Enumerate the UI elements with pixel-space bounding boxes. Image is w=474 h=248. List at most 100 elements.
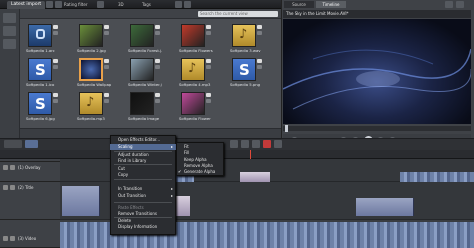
tab-source[interactable]: Source (284, 1, 314, 8)
library-tile[interactable]: Softpedia Flower (179, 92, 213, 122)
image-thumbnail (79, 58, 103, 81)
library-tile[interactable]: Softpedia Image (128, 92, 162, 122)
context-menu-item[interactable]: Display Information (110, 224, 176, 230)
tag-badge-icon[interactable] (257, 65, 262, 69)
tab-timeline[interactable]: Timeline (316, 1, 346, 8)
view-3d-toggle[interactable]: 3D (118, 1, 124, 8)
sidebar-projects-icon[interactable] (3, 39, 16, 49)
timeline-ruler[interactable] (0, 150, 474, 159)
tag-badge-icon[interactable] (155, 99, 160, 103)
storyboard-toggle[interactable] (4, 140, 22, 148)
library-tile[interactable]: Softpedia Winter.j... (128, 58, 162, 88)
context-menu-item[interactable]: Scaling ▸ (110, 144, 176, 150)
info-badge-icon[interactable] (206, 25, 211, 29)
scrub-handle[interactable] (285, 125, 288, 132)
info-badge-icon[interactable] (53, 93, 58, 97)
scrub-bar[interactable] (283, 126, 471, 131)
video-preview[interactable] (283, 19, 471, 124)
tag-badge-icon[interactable] (53, 99, 58, 103)
lock-icon[interactable] (10, 185, 15, 190)
tag-badge-icon[interactable] (206, 31, 211, 35)
lock-icon[interactable] (10, 236, 15, 241)
menu-item-label: Open Effects Editor... (118, 137, 161, 142)
back-icon[interactable] (46, 1, 53, 8)
library-tile[interactable]: Softpedia 1.arc (26, 24, 60, 54)
trash-icon[interactable] (241, 140, 249, 148)
tag-badge-icon[interactable] (206, 99, 211, 103)
eye-icon[interactable] (3, 165, 8, 170)
context-menu-item[interactable]: Out Transition ▸ (110, 193, 176, 199)
marker-icon[interactable] (252, 140, 260, 148)
title-clip[interactable] (62, 186, 100, 216)
sidebar-media-icon[interactable] (3, 26, 16, 36)
info-badge-icon[interactable] (257, 59, 262, 63)
view-grid-icon[interactable] (175, 1, 182, 8)
submenu-item[interactable]: Fill (176, 150, 224, 156)
menu-separator (114, 217, 172, 218)
info-badge-icon[interactable] (155, 93, 160, 97)
menu-item-label: Paste Effects (118, 205, 144, 210)
fullscreen-icon[interactable] (445, 1, 453, 8)
info-badge-icon[interactable] (104, 25, 109, 29)
lock-icon[interactable] (10, 165, 15, 170)
info-badge-icon[interactable] (155, 59, 160, 63)
track-header-overlay[interactable]: (1) Overlay (0, 162, 60, 182)
tag-badge-icon[interactable] (104, 99, 109, 103)
tile-label: Softpedia 2.jpg (77, 48, 106, 53)
audio-mixer-icon[interactable] (274, 140, 282, 148)
info-badge-icon[interactable] (53, 59, 58, 63)
tab-latest-import[interactable]: Latest import (7, 1, 46, 9)
razor-icon[interactable] (230, 140, 238, 148)
rating-filter[interactable]: Rating filter (64, 1, 87, 8)
track-header-title[interactable]: (2) Title (0, 182, 60, 220)
info-badge-icon[interactable] (206, 59, 211, 63)
info-badge-icon[interactable] (104, 59, 109, 63)
library-tile[interactable]: ♪ Softpedia.mp3 (77, 92, 111, 122)
tag-badge-icon[interactable] (155, 31, 160, 35)
detach-icon[interactable] (456, 1, 464, 8)
eye-icon[interactable] (3, 236, 8, 241)
tag-badge-icon[interactable] (104, 65, 109, 69)
tag-badge-icon[interactable] (53, 65, 58, 69)
tags-button[interactable]: Tags (142, 1, 151, 8)
info-badge-icon[interactable] (155, 25, 160, 29)
context-menu-item[interactable]: Open Effects Editor... (110, 137, 176, 143)
tile-label: Softpedia 1.ico (26, 82, 55, 87)
submenu-item[interactable]: ✔ Generate Alpha (176, 169, 224, 175)
info-badge-icon[interactable] (257, 25, 262, 29)
menu-item-label: Scaling (118, 144, 133, 149)
library-tile[interactable]: S Softpedia 1.ico (26, 58, 60, 88)
image-thumbnail (130, 24, 154, 47)
context-menu-item[interactable]: In Transition ▸ (110, 186, 176, 192)
track-header-video[interactable]: (3) Video (0, 220, 60, 248)
library-tile[interactable]: Softpedia Flowers.jpg (179, 24, 213, 54)
view-list-icon[interactable] (184, 1, 191, 8)
tag-badge-icon[interactable] (53, 31, 58, 35)
sidebar-collections-icon[interactable] (3, 13, 16, 23)
library-tile[interactable]: S Softpedia 5.png (230, 58, 264, 88)
overlay-clip[interactable] (240, 172, 270, 182)
library-tile[interactable]: Softpedia Wallpap... (77, 58, 111, 88)
library-tile[interactable]: ♪ Softpedia 4.mp3 (179, 58, 213, 88)
info-badge-icon[interactable] (104, 93, 109, 97)
tag-badge-icon[interactable] (206, 65, 211, 69)
info-badge-icon[interactable] (53, 25, 58, 29)
title-clip[interactable] (356, 198, 414, 216)
star-icon[interactable] (97, 1, 104, 8)
tag-badge-icon[interactable] (257, 31, 262, 35)
record-icon[interactable] (263, 140, 271, 148)
library-tile[interactable]: Softpedia Forest.j... (128, 24, 162, 54)
overlay-clip[interactable] (400, 172, 474, 182)
library-tile[interactable]: ♪ Softpedia 3.wav (230, 24, 264, 54)
context-menu-item[interactable]: Copy (110, 172, 176, 178)
info-badge-icon[interactable] (206, 93, 211, 97)
folder-icon[interactable] (55, 1, 62, 8)
search-input[interactable]: Search the current view (198, 11, 278, 17)
library-tile[interactable]: Softpedia 2.jpg (77, 24, 111, 54)
library-tile[interactable]: S Softpedia 6.jpg (26, 92, 60, 122)
timeline-toggle[interactable] (25, 140, 38, 148)
eye-icon[interactable] (3, 185, 8, 190)
tag-badge-icon[interactable] (155, 65, 160, 69)
tag-badge-icon[interactable] (104, 31, 109, 35)
music-file-icon: ♪ (79, 92, 103, 115)
